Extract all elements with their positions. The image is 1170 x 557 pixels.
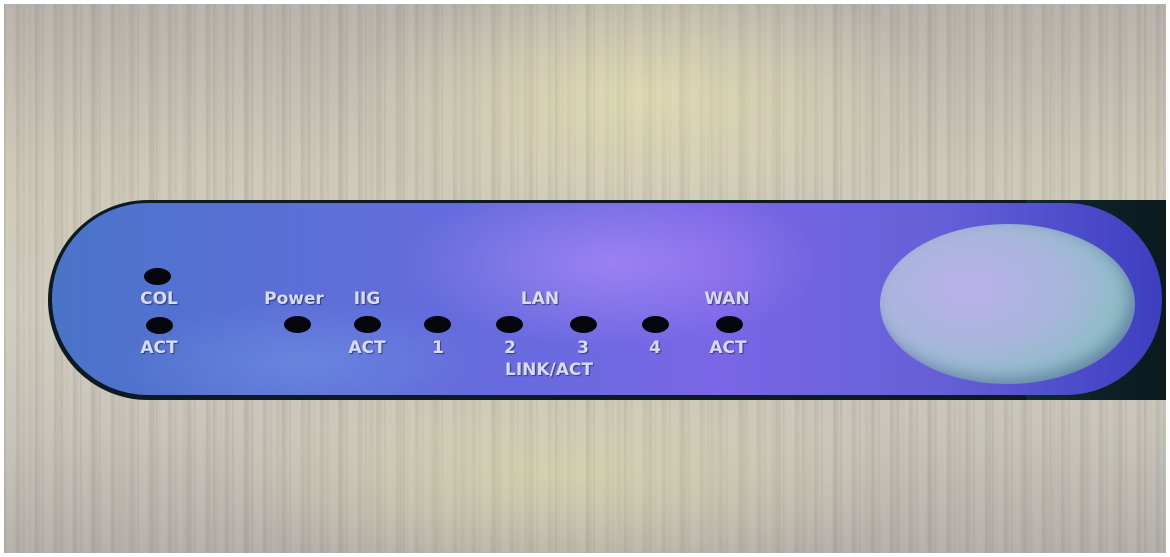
lan-port-2-label: 2: [504, 338, 516, 358]
oval-window: [880, 224, 1135, 384]
col-label: COL: [140, 289, 178, 309]
wan-led: [716, 316, 743, 333]
lan-label: LAN: [520, 289, 560, 309]
act-label: ACT: [140, 338, 178, 358]
power-label: Power: [264, 289, 324, 309]
iig-label: IIG: [353, 289, 381, 309]
act-led: [146, 317, 173, 334]
lan-port-1-label: 1: [432, 338, 444, 358]
lan-port-3-label: 3: [577, 338, 589, 358]
lan-port-2-led: [496, 316, 523, 333]
lan-port-4-label: 4: [649, 338, 661, 358]
lan-port-3-led: [570, 316, 597, 333]
iig-led: [354, 316, 381, 333]
lan-port-4-led: [642, 316, 669, 333]
link-act-label: LINK/ACT: [505, 360, 593, 380]
col-led: [144, 268, 171, 285]
iig-act-label: ACT: [348, 338, 386, 358]
power-led: [284, 316, 311, 333]
lan-port-1-led: [424, 316, 451, 333]
wan-label: WAN: [704, 289, 750, 309]
wan-act-label: ACT: [709, 338, 747, 358]
router-photo: COL ACT Power IIG ACT LAN 1 2 3 4 LINK/A…: [4, 4, 1166, 553]
